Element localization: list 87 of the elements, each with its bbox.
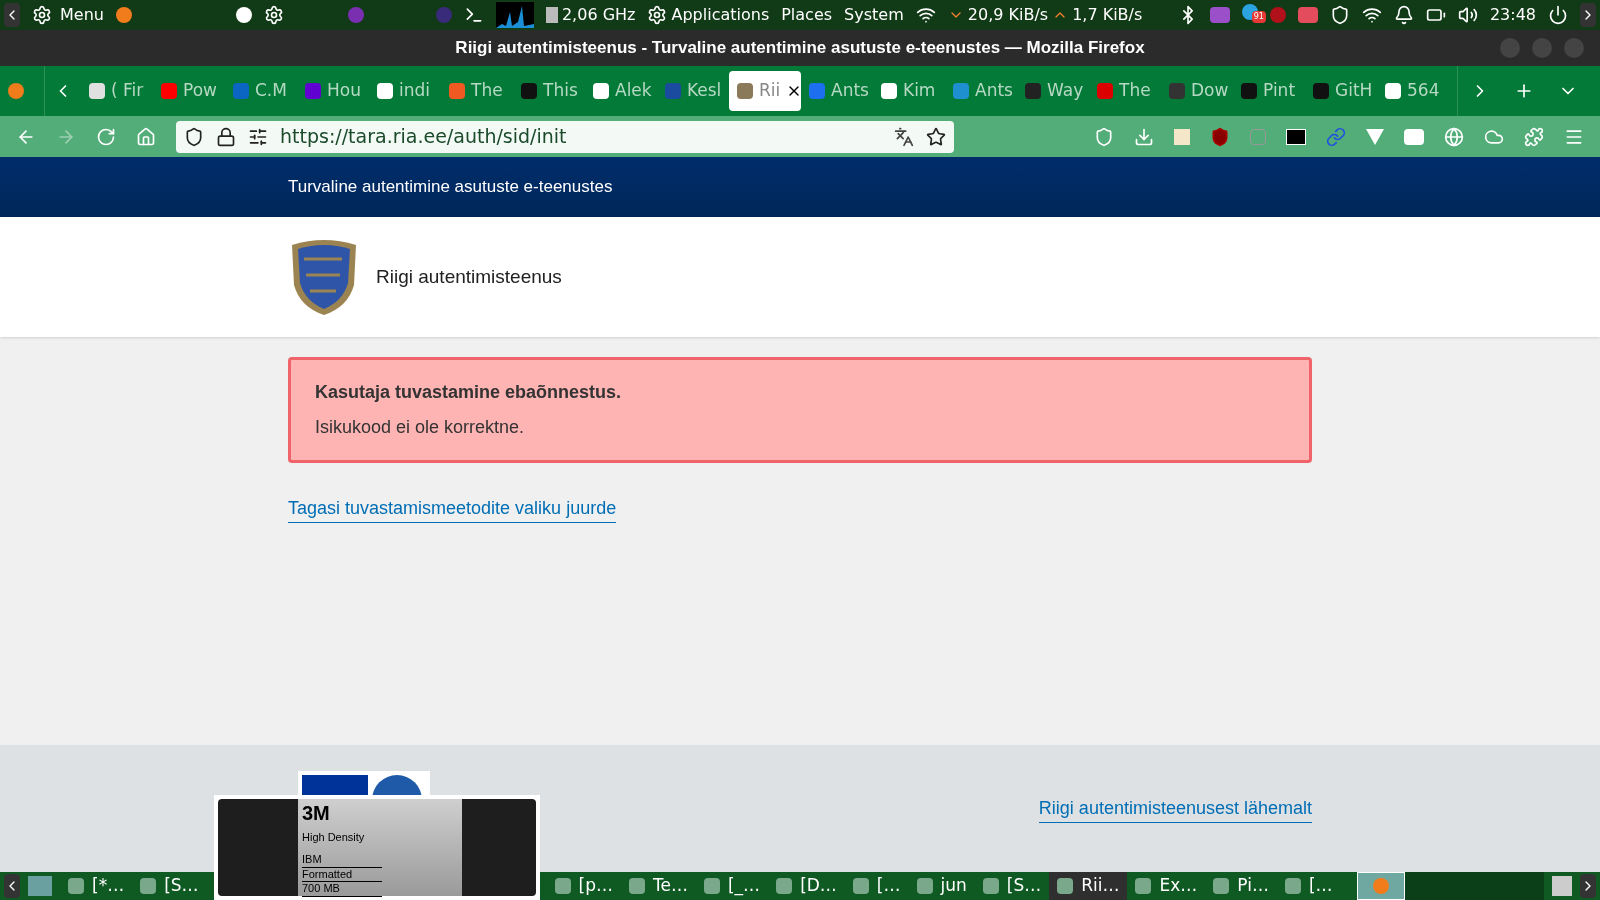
chevron-left-icon[interactable]	[4, 3, 20, 27]
upload-speed: 1,7 KiB/s	[1072, 4, 1143, 26]
browser-tab[interactable]: Pow	[153, 71, 225, 111]
chevron-right-icon[interactable]	[1580, 874, 1596, 898]
translate-icon[interactable]	[894, 126, 914, 147]
panel-menu[interactable]: Places	[781, 3, 833, 27]
taskbar-item[interactable]: Ex…	[1127, 872, 1206, 900]
taskbar-item[interactable]: [S…	[132, 872, 207, 900]
download-speed: 20,9 KiB/s	[967, 4, 1049, 26]
error-message: Isikukood ei ole korrektne.	[315, 416, 526, 439]
browser-tab[interactable]: The	[441, 71, 513, 111]
gears-icon[interactable]	[263, 5, 284, 25]
chevron-left-icon[interactable]	[4, 874, 20, 898]
bell-icon[interactable]	[1393, 5, 1414, 25]
browser-icon[interactable]	[8, 83, 24, 99]
star-icon[interactable]	[926, 126, 946, 147]
taskbar-item[interactable]: jun	[908, 872, 975, 900]
gear-icon	[32, 5, 52, 25]
label-text: Formatted	[302, 867, 382, 883]
address-bar[interactable]: https://tara.ria.ee/auth/sid/init	[176, 120, 954, 153]
browser-tab[interactable]: Kesl	[657, 71, 729, 111]
service-name: Riigi autentimisteenus	[376, 264, 562, 289]
browser-tab[interactable]: Way	[1017, 71, 1089, 111]
brand-text: 3M	[302, 803, 331, 823]
window-title: Riigi autentimisteenus - Turvaline autentimine asutuste e-teenustes — Mozilla Firefox	[455, 37, 1145, 60]
floppy-disk-widget[interactable]: 3M High Density IBM Formatted 700 MB	[214, 795, 540, 900]
taskbar-item[interactable]: [D…	[768, 872, 845, 900]
funnel-icon[interactable]	[1366, 128, 1384, 145]
browser-tab[interactable]: Dow	[1161, 71, 1233, 111]
volume-icon[interactable]	[1457, 5, 1478, 25]
shield-icon	[184, 126, 204, 147]
chevron-right-icon[interactable]	[1580, 3, 1596, 27]
label-text: High Density	[302, 831, 366, 845]
taskbar-item[interactable]: […	[844, 872, 909, 900]
error-title: Kasutaja tuvastamine ebaõnnestus.	[315, 381, 623, 404]
browser-tab[interactable]: This	[513, 71, 585, 111]
taskbar-item[interactable]: [*…	[60, 872, 133, 900]
clock[interactable]: 23:48	[1489, 3, 1536, 27]
permissions-icon[interactable]	[248, 126, 268, 147]
cpu-frequency: 2,06 GHz	[561, 4, 636, 26]
menu-button[interactable]: Menu	[32, 3, 104, 27]
active-window-button[interactable]	[1356, 872, 1405, 900]
gear-icon	[647, 5, 668, 25]
browser-tab[interactable]: Alek	[585, 71, 657, 111]
link-icon[interactable]	[1326, 126, 1346, 147]
home-icon[interactable]	[136, 126, 156, 147]
about-link[interactable]: Riigi autentimisteenusest lähemalt	[1038, 794, 1312, 823]
cpu-graph-icon	[495, 2, 534, 28]
notification-badge: 91	[1251, 11, 1266, 23]
taskbar-item[interactable]: Rii…	[1049, 872, 1128, 900]
lock-icon	[216, 126, 236, 147]
wifi-icon	[915, 5, 936, 25]
notes-icon[interactable]	[1174, 128, 1190, 145]
browser-tab[interactable]: Pint	[1233, 71, 1305, 111]
browser-tab[interactable]: GitH	[1305, 71, 1377, 111]
wifi-icon[interactable]	[1361, 5, 1382, 25]
taskbar-item[interactable]: [p…	[546, 872, 621, 900]
browser-tab[interactable]: The	[1089, 71, 1161, 111]
label-text: IBM	[302, 852, 382, 868]
header-title: Turvaline autentimine asutuste e-teenustes	[288, 176, 613, 199]
browser-tab[interactable]: Hou	[297, 71, 369, 111]
globe-icon[interactable]	[1444, 126, 1464, 147]
browser-tab[interactable]: ( Fir	[81, 71, 153, 111]
download-icon[interactable]	[1134, 126, 1154, 147]
browser-tab[interactable]: Ants	[801, 71, 873, 111]
browser-tab[interactable]: indi	[369, 71, 441, 111]
browser-tab[interactable]: Kim	[873, 71, 945, 111]
power-icon[interactable]	[1548, 5, 1568, 25]
panel-menu[interactable]: Applications	[647, 3, 770, 27]
taskbar-item[interactable]: [_…	[696, 872, 769, 900]
browser-tab[interactable]: C.M	[225, 71, 297, 111]
record-icon[interactable]	[1269, 7, 1286, 23]
extensions-icon[interactable]	[1524, 126, 1544, 147]
chip-icon	[545, 7, 558, 23]
reload-icon[interactable]	[96, 126, 116, 147]
browser-tab[interactable]: Rii	[729, 71, 801, 111]
film-icon[interactable]	[1286, 128, 1306, 145]
taskbar-item[interactable]: Te…	[621, 872, 696, 900]
back-link[interactable]: Tagasi tuvastamismeetodite valiku juurde	[288, 495, 617, 523]
taskbar-item[interactable]: [S…	[974, 872, 1050, 900]
browser-icon[interactable]	[115, 7, 132, 23]
taskbar-item[interactable]: […	[1276, 872, 1341, 900]
taskbar-item[interactable]: Pi…	[1205, 872, 1277, 900]
panel-menu[interactable]: System	[844, 3, 904, 27]
browser-tab[interactable]: Ants	[945, 71, 1017, 111]
label-text: 700 MB	[302, 882, 382, 897]
browser-tab[interactable]: 564	[1377, 71, 1449, 111]
